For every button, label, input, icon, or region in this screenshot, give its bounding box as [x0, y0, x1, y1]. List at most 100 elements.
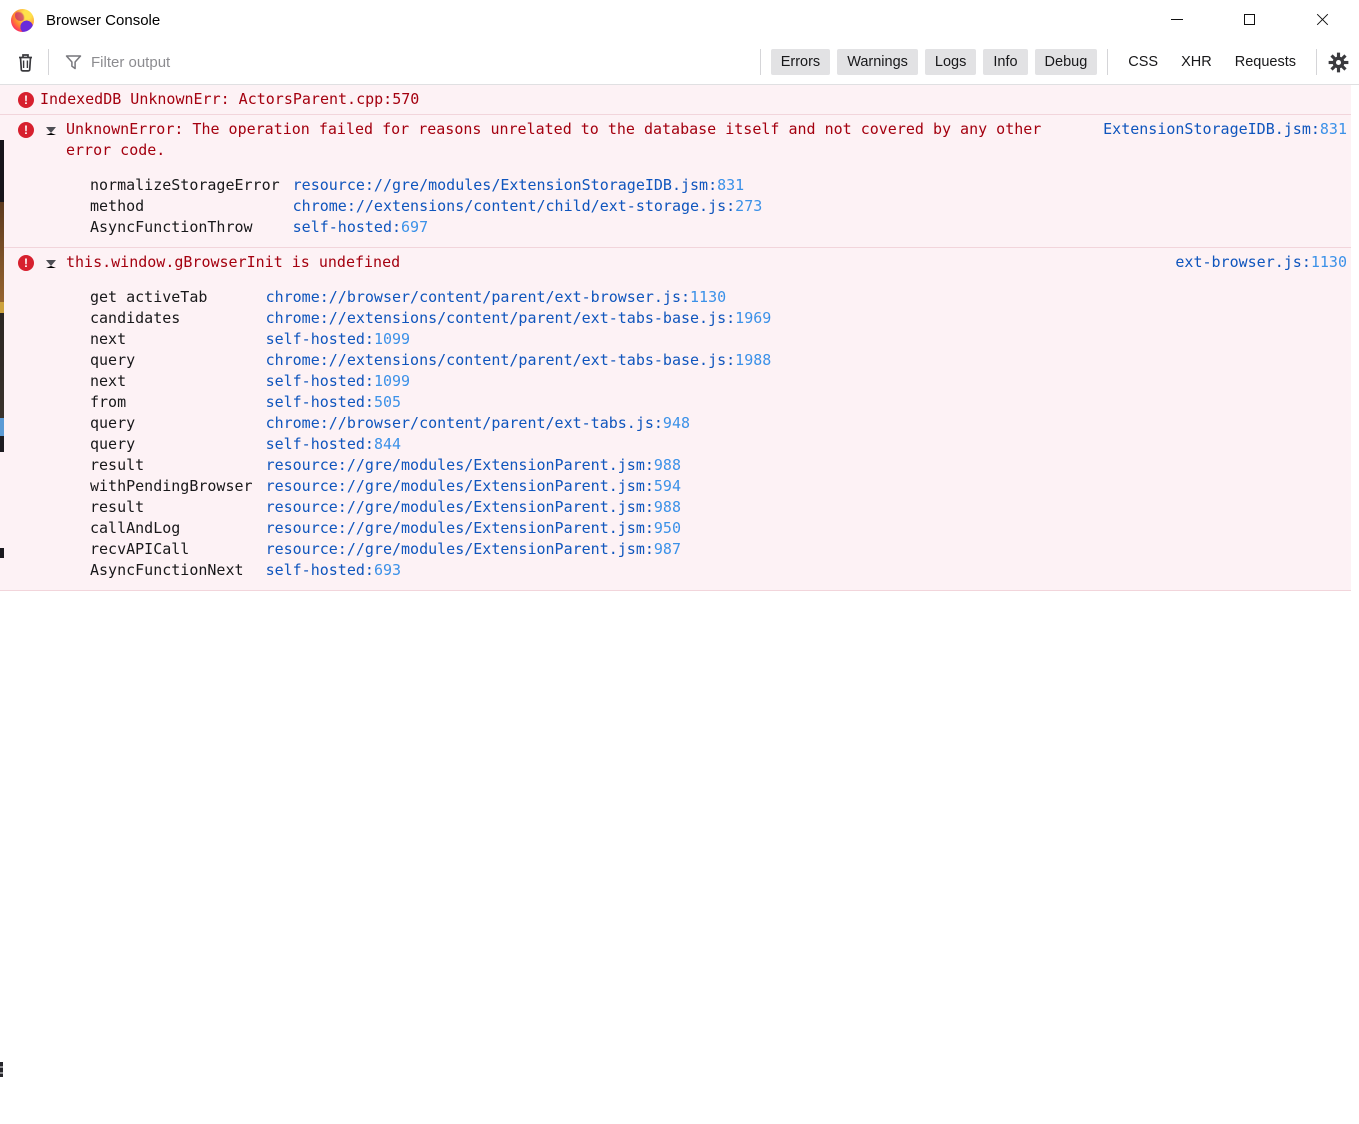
location-line-number: 831: [1319, 120, 1347, 138]
frame-filename: self-hosted:: [265, 372, 374, 390]
frame-source-link[interactable]: self-hosted:697: [293, 217, 763, 238]
frame-source-link[interactable]: resource://gre/modules/ExtensionParent.j…: [266, 476, 772, 497]
stack-frame: from self-hosted:505: [90, 392, 771, 413]
frame-source-link[interactable]: resource://gre/modules/ExtensionParent.j…: [266, 518, 772, 539]
frame-filename: self-hosted:: [265, 393, 374, 411]
frame-function-name: callAndLog: [90, 519, 181, 537]
toolbar-separator: [48, 49, 49, 75]
frame-source-link[interactable]: self-hosted:844: [266, 434, 772, 455]
stack-frame: normalizeStorageError resource://gre/modu…: [90, 175, 762, 196]
frame-filename: self-hosted:: [265, 435, 374, 453]
maximize-button[interactable]: [1213, 0, 1286, 38]
frame-line-number: 594: [653, 477, 681, 495]
stack-frame: withPendingBrowser resource://gre/modules…: [90, 476, 771, 497]
frame-source-link[interactable]: chrome://browser/content/parent/ext-tabs…: [266, 413, 772, 434]
trash-icon: [18, 54, 32, 72]
frame-line-number: 697: [401, 218, 429, 236]
category-button-xhr[interactable]: XHR: [1171, 49, 1222, 75]
window-title: Browser Console: [46, 11, 161, 29]
clear-output-button[interactable]: [8, 45, 42, 79]
stack-trace: get activeTab chrome://browser/content/pa…: [90, 287, 771, 581]
frame-function-name: AsyncFunctionThrow: [90, 218, 253, 236]
message-location-link[interactable]: ext-browser.js:1130: [1155, 252, 1347, 273]
frame-source-link[interactable]: resource://gre/modules/ExtensionParent.j…: [266, 455, 772, 476]
toolbar-separator: [759, 49, 761, 75]
frame-filename: resource://gre/modules/ExtensionParent.j…: [265, 519, 654, 537]
close-button[interactable]: [1286, 0, 1359, 38]
location-filename: ext-browser.js:: [1175, 253, 1311, 271]
frame-function-name: query: [90, 351, 136, 369]
stack-frame: AsyncFunctionNext self-hosted:693: [90, 560, 771, 581]
frame-filename: self-hosted:: [265, 561, 374, 579]
frame-function-name: result: [90, 456, 145, 474]
category-buttons: CSS XHR Requests: [1118, 49, 1306, 75]
message-location-link[interactable]: ExtensionStorageIDB.jsm:831: [1083, 119, 1347, 140]
frame-filename: self-hosted:: [265, 330, 374, 348]
filter-button-errors[interactable]: Errors: [770, 49, 831, 75]
filter-button-warnings[interactable]: Warnings: [837, 49, 918, 75]
background-window-artifact: [0, 140, 4, 452]
console-message-row: UnknownError: The operation failed for r…: [0, 115, 1351, 248]
filter-area: [65, 53, 754, 71]
frame-line-number: 988: [653, 498, 681, 516]
frame-function-name: result: [90, 498, 145, 516]
frame-line-number: 844: [373, 435, 402, 453]
location-line-number: 1130: [1310, 253, 1347, 271]
frame-source-link[interactable]: resource://gre/modules/ExtensionParent.j…: [266, 497, 772, 518]
background-window-artifact: [0, 1062, 3, 1077]
error-icon: [18, 122, 34, 138]
stack-frame: result resource://gre/modules/ExtensionPa…: [90, 497, 771, 518]
message-header[interactable]: UnknownError: The operation failed for r…: [0, 115, 1351, 165]
filter-funnel-icon: [65, 54, 82, 69]
filter-button-info[interactable]: Info: [983, 49, 1028, 75]
filter-button-logs[interactable]: Logs: [924, 49, 977, 75]
filter-button-debug[interactable]: Debug: [1034, 49, 1098, 75]
category-button-requests[interactable]: Requests: [1225, 49, 1306, 75]
minimize-button[interactable]: [1140, 0, 1213, 38]
console-message-row: this.window.gBrowserInit is undefined ex…: [0, 248, 1351, 591]
expand-arrow-icon[interactable]: [46, 127, 56, 135]
stack-frame: recvAPICall resource://gre/modules/Extens…: [90, 539, 771, 560]
frame-source-link[interactable]: chrome://extensions/content/child/ext-st…: [293, 196, 763, 217]
frame-line-number: 831: [717, 176, 745, 194]
frame-line-number: 1099: [373, 330, 411, 348]
frame-filename: resource://gre/modules/ExtensionParent.j…: [265, 540, 654, 558]
frame-filename: chrome://browser/content/parent/ext-tabs…: [265, 414, 663, 432]
frame-line-number: 505: [373, 393, 402, 411]
frame-line-number: 693: [373, 561, 402, 579]
frame-source-link[interactable]: chrome://extensions/content/parent/ext-t…: [266, 350, 772, 371]
maximize-icon: [1244, 13, 1255, 25]
background-window-artifact: [0, 548, 4, 558]
frame-source-link[interactable]: resource://gre/modules/ExtensionParent.j…: [266, 539, 772, 560]
category-button-css[interactable]: CSS: [1118, 49, 1168, 75]
frame-source-link[interactable]: self-hosted:505: [266, 392, 772, 413]
toolbar-separator: [1316, 49, 1317, 75]
frame-source-link[interactable]: chrome://extensions/content/parent/ext-t…: [266, 308, 772, 329]
stack-frame: result resource://gre/modules/ExtensionPa…: [90, 455, 771, 476]
console-settings-button[interactable]: [1323, 45, 1353, 79]
stack-frame: next self-hosted:1099: [90, 371, 771, 392]
frame-filename: chrome://extensions/content/child/ext-st…: [292, 197, 736, 215]
stack-frame: next self-hosted:1099: [90, 329, 771, 350]
console-message-row: IndexedDB UnknownErr: ActorsParent.cpp:5…: [0, 85, 1351, 115]
filter-output-input[interactable]: [91, 53, 754, 71]
frame-function-name: next: [90, 330, 127, 348]
frame-source-link[interactable]: resource://gre/modules/ExtensionStorageI…: [293, 175, 763, 196]
titlebar: Browser Console: [0, 0, 1359, 40]
frame-source-link[interactable]: self-hosted:1099: [266, 329, 772, 350]
frame-source-link[interactable]: self-hosted:1099: [266, 371, 772, 392]
stack-frame: AsyncFunctionThrow self-hosted:697: [90, 217, 762, 238]
frame-line-number: 273: [735, 197, 763, 215]
frame-line-number: 987: [653, 540, 681, 558]
stack-frame: method chrome://extensions/content/child/…: [90, 196, 762, 217]
expand-arrow-icon[interactable]: [46, 260, 56, 268]
frame-function-name: get activeTab: [90, 288, 208, 306]
gear-icon: [1328, 52, 1348, 72]
message-header[interactable]: IndexedDB UnknownErr: ActorsParent.cpp:5…: [0, 85, 1351, 114]
frame-source-link[interactable]: self-hosted:693: [266, 560, 772, 581]
frame-filename: self-hosted:: [292, 218, 402, 236]
message-text: this.window.gBrowserInit is undefined: [66, 253, 401, 271]
frame-source-link[interactable]: chrome://browser/content/parent/ext-brow…: [266, 287, 772, 308]
message-header[interactable]: this.window.gBrowserInit is undefined ex…: [0, 248, 1351, 277]
stack-frame: candidates chrome://extensions/content/pa…: [90, 308, 771, 329]
